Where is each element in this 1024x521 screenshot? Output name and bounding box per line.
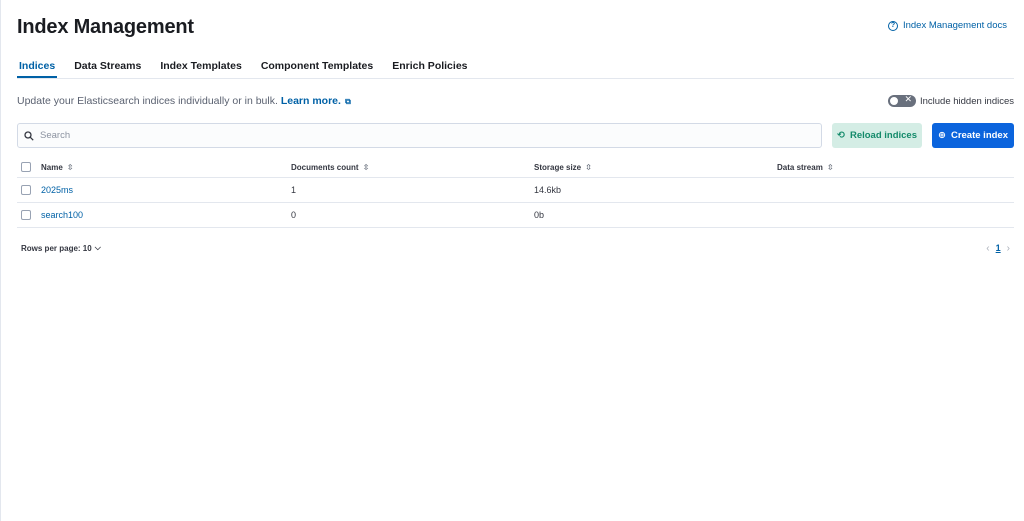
column-header-name[interactable]: Name ⇳ xyxy=(41,163,291,172)
search-box xyxy=(17,123,822,148)
chevron-right-icon[interactable]: › xyxy=(1007,243,1010,254)
toggle-knob xyxy=(888,96,899,106)
question-circle-icon: ? xyxy=(887,20,898,31)
cross-icon: ✕ xyxy=(904,94,912,104)
refresh-icon: ⟲ xyxy=(836,130,845,141)
table-row: search100 0 0b xyxy=(17,203,1014,228)
table-row: 2025ms 1 14.6kb xyxy=(17,178,1014,203)
page-title: Index Management xyxy=(17,16,194,38)
index-name-cell: 2025ms xyxy=(41,185,291,195)
select-all-checkbox[interactable] xyxy=(21,162,31,172)
page-number[interactable]: 1 xyxy=(996,243,1001,253)
create-index-label: Create index xyxy=(950,130,1008,141)
reload-indices-button[interactable]: ⟲ Reload indices xyxy=(832,123,922,148)
reload-indices-label: Reload indices xyxy=(849,130,918,141)
tab-enrich-policies[interactable]: Enrich Policies xyxy=(390,56,469,78)
row-checkbox[interactable] xyxy=(21,185,31,195)
sort-icon: ⇳ xyxy=(826,162,834,172)
search-input[interactable] xyxy=(40,130,821,141)
chevron-down-icon: ⌵ xyxy=(94,243,101,252)
rows-per-page-select[interactable]: Rows per page: 10 ⌵ xyxy=(21,243,101,253)
page-left-border xyxy=(0,0,1,521)
row-checkbox[interactable] xyxy=(21,210,31,220)
chevron-left-icon[interactable]: ‹ xyxy=(986,243,989,254)
plus-circle-icon: ⊕ xyxy=(938,130,946,141)
tab-bar: Indices Data Streams Index Templates Com… xyxy=(17,56,1014,79)
index-name-link[interactable]: search100 xyxy=(41,210,83,220)
hidden-indices-toggle[interactable]: ✕ xyxy=(887,94,916,107)
index-name-cell: search100 xyxy=(41,210,291,220)
tab-data-streams[interactable]: Data Streams xyxy=(72,56,143,78)
description: Update your Elasticsearch indices indivi… xyxy=(17,95,351,107)
page-header: Index Management ? Index Management docs xyxy=(17,13,1014,41)
column-header-storage-size[interactable]: Storage size ⇳ xyxy=(534,163,777,172)
storage-size-cell: 14.6kb xyxy=(534,185,562,195)
column-header-data-stream[interactable]: Data stream ⇳ xyxy=(777,163,1014,172)
external-link-icon: ⧉ xyxy=(342,97,351,106)
indices-table: Name ⇳ Documents count ⇳ Storage size ⇳ Dat… xyxy=(17,157,1014,228)
index-name-link[interactable]: 2025ms xyxy=(41,185,73,195)
description-row: Update your Elasticsearch indices indivi… xyxy=(17,93,1014,109)
documents-count-cell: 1 xyxy=(291,185,297,195)
tab-indices[interactable]: Indices xyxy=(17,56,58,78)
row-select-cell xyxy=(17,185,41,195)
rows-per-page-label: Rows per page: 10 xyxy=(21,243,92,253)
select-all-cell xyxy=(17,162,41,172)
sort-icon: ⇳ xyxy=(585,162,592,172)
column-header-documents-count[interactable]: Documents count ⇳ xyxy=(291,163,534,172)
table-header: Name ⇳ Documents count ⇳ Storage size ⇳ Dat… xyxy=(17,157,1014,178)
table-footer: Rows per page: 10 ⌵ ‹ 1 › xyxy=(17,241,1014,255)
hidden-indices-label: Include hidden indices xyxy=(919,95,1014,107)
documents-count-cell: 0 xyxy=(291,210,297,220)
docs-link-label: Index Management docs xyxy=(902,20,1007,31)
row-select-cell xyxy=(17,210,41,220)
tab-index-templates[interactable]: Index Templates xyxy=(158,56,244,78)
sort-icon: ⇳ xyxy=(362,162,370,172)
storage-size-cell: 0b xyxy=(534,210,545,220)
search-icon xyxy=(24,130,34,141)
tab-component-templates[interactable]: Component Templates xyxy=(259,56,375,78)
description-text: Update your Elasticsearch indices indivi… xyxy=(17,95,278,107)
sort-icon: ⇳ xyxy=(66,162,74,172)
pagination: ‹ 1 › xyxy=(986,243,1010,254)
hidden-indices-toggle-wrap: ✕ Include hidden indices xyxy=(887,94,1014,107)
create-index-button[interactable]: ⊕ Create index xyxy=(932,123,1014,148)
search-row: ⟲ Reload indices ⊕ Create index xyxy=(17,123,1014,148)
docs-link[interactable]: ? Index Management docs xyxy=(887,20,1007,31)
learn-more-link[interactable]: Learn more. ⧉ xyxy=(281,95,351,107)
